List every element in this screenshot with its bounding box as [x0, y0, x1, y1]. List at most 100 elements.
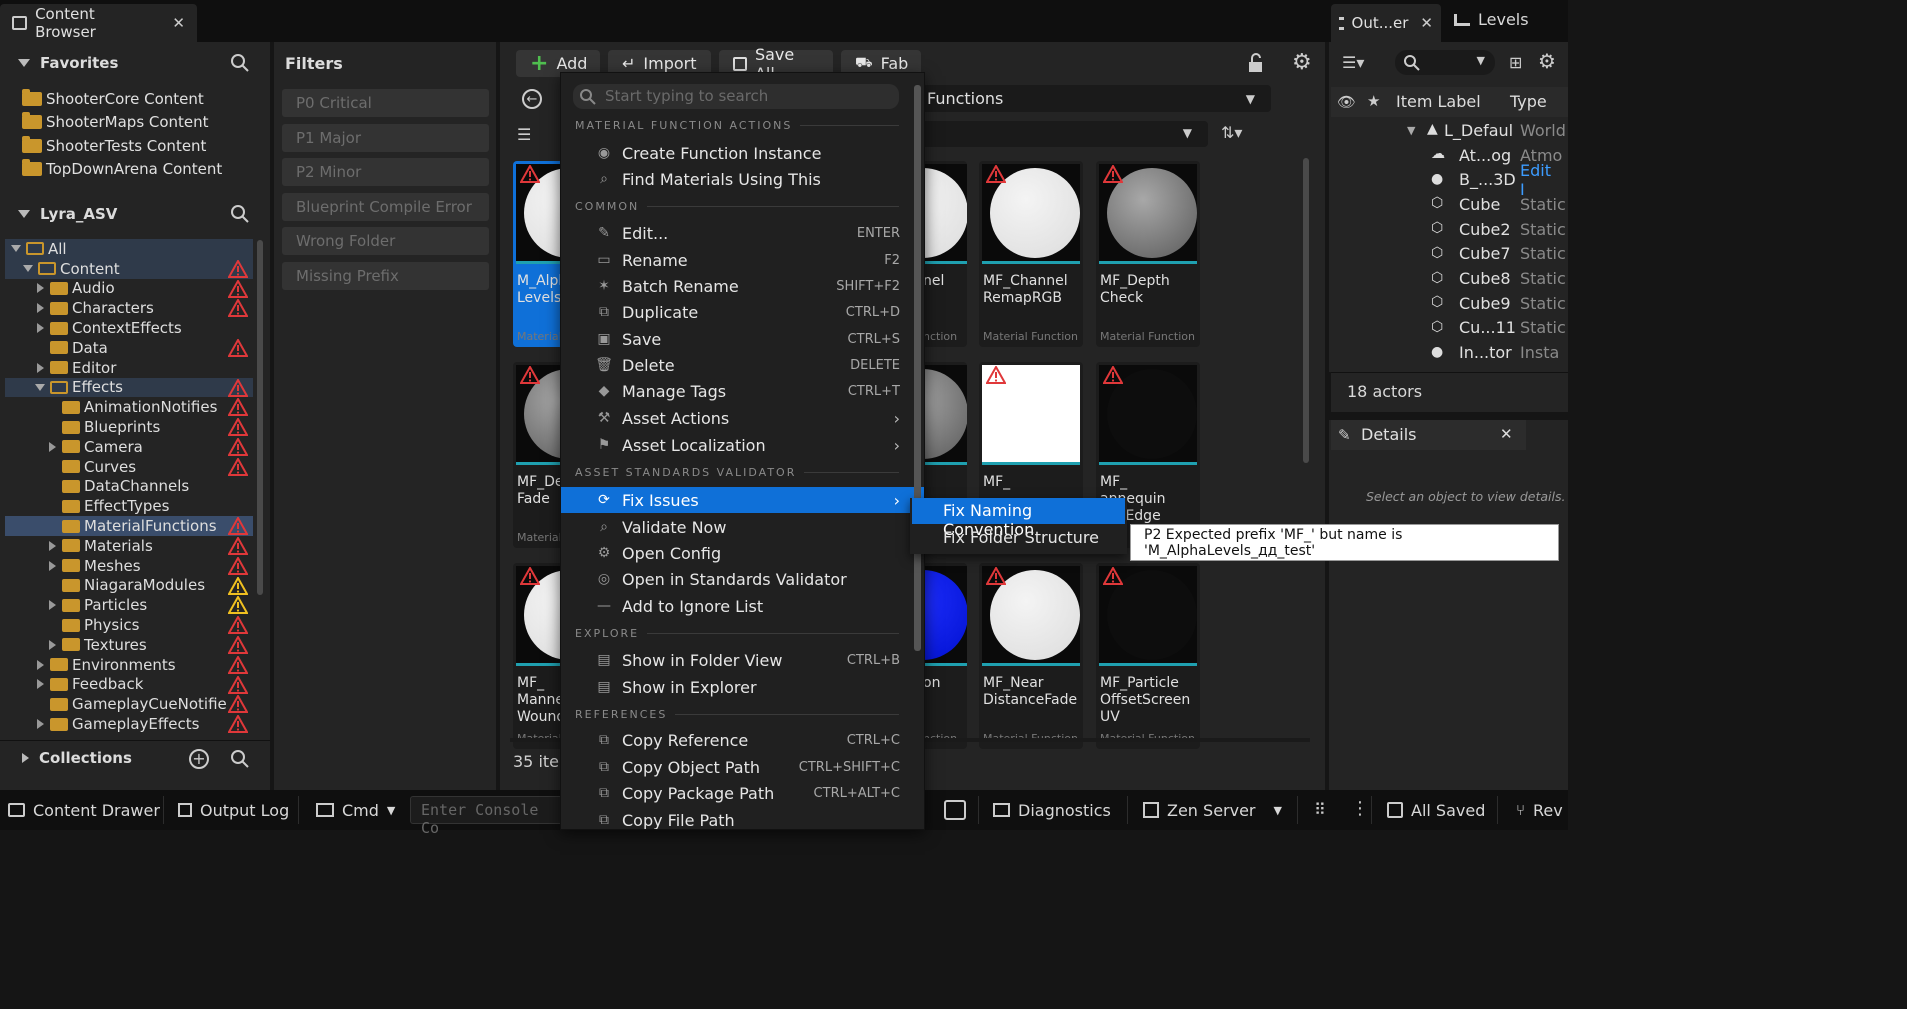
filter-chip[interactable]: P0 Critical — [282, 89, 489, 117]
filter-chip[interactable]: P1 Major — [282, 123, 489, 152]
menu-item-manage-tags[interactable]: ◆ Manage Tags CTRL+T — [561, 378, 924, 404]
chevron-down-icon[interactable]: ▼ — [1407, 124, 1415, 137]
asset-tile[interactable]: MF_Channel RemapRGB Material Function — [979, 161, 1083, 347]
collections-header[interactable]: Collections — [22, 749, 132, 767]
network-icon[interactable]: ⠿ — [1314, 800, 1326, 819]
tree-item[interactable]: GameplayEffects — [5, 714, 253, 734]
tree-item[interactable]: Content — [5, 258, 253, 279]
favorite-item[interactable]: ShooterMaps Content — [22, 111, 222, 135]
favorite-item[interactable]: TopDownArena Content — [22, 158, 222, 182]
settings-gear-icon[interactable]: ⚙ — [1292, 52, 1312, 74]
outliner-row[interactable]: ⬡ Cube2 Static — [1331, 217, 1566, 242]
fix-folder-structure-item[interactable]: Fix Folder Structure — [912, 525, 1125, 551]
menu-item-show-in-folder-view[interactable]: ▤ Show in Folder View CTRL+B — [561, 647, 924, 673]
filter-icon[interactable]: ☰ — [517, 125, 531, 144]
chevron-right-icon[interactable] — [36, 283, 44, 294]
tree-item[interactable]: Audio — [5, 278, 253, 299]
chevron-right-icon[interactable] — [48, 639, 56, 650]
menu-item-copy-reference[interactable]: ⧉ Copy Reference CTRL+C — [561, 727, 924, 753]
tree-item[interactable]: EffectTypes — [5, 496, 253, 516]
history-back-icon[interactable]: ← — [522, 89, 542, 109]
tree-item[interactable]: GameplayCueNotifie — [5, 694, 253, 714]
favorites-header[interactable]: Favorites — [18, 54, 118, 72]
outliner-row[interactable]: ● B_...3D Edit I — [1331, 161, 1560, 199]
more-icon[interactable]: ⋮ — [1351, 798, 1369, 819]
chevron-right-icon[interactable] — [36, 659, 44, 670]
menu-item-copy-file-path[interactable]: ⧉ Copy File Path — [561, 807, 924, 830]
menu-item-open-config[interactable]: ⚙ Open Config — [561, 540, 924, 566]
outliner-row[interactable]: ⬡ Cube Static — [1331, 192, 1566, 217]
chevron-right-icon[interactable] — [48, 560, 56, 571]
chevron-right-icon[interactable] — [36, 679, 44, 690]
asset-tile[interactable]: MF_Particle OffsetScreen UVMaterial Func… — [1096, 563, 1200, 749]
menu-item-copy-object-path[interactable]: ⧉ Copy Object Path CTRL+SHIFT+C — [561, 754, 924, 780]
fix-naming-convention-item[interactable]: Fix Naming Convention — [912, 498, 1125, 539]
path-dropdown[interactable]: Functions ▼ — [915, 85, 1271, 112]
tab-levels[interactable]: Levels — [1454, 10, 1529, 29]
tree-item[interactable]: ContextEffects — [5, 318, 253, 338]
close-icon[interactable]: ✕ — [172, 14, 185, 32]
menu-item-batch-rename[interactable]: ✶ Batch Rename SHIFT+F2 — [561, 273, 924, 299]
outliner-row[interactable]: ⬡ Cu...11 Static — [1331, 316, 1566, 341]
filter-chip[interactable]: P2 Minor — [282, 158, 489, 186]
outliner-row[interactable]: ⬡ Cube7 Static — [1331, 242, 1566, 267]
chevron-right-icon[interactable] — [36, 719, 44, 730]
column-type[interactable]: Type — [1510, 92, 1547, 111]
search-icon[interactable] — [230, 749, 250, 773]
add-collection-icon[interactable]: + — [189, 749, 209, 769]
menu-scrollbar[interactable] — [914, 85, 921, 651]
tree-item[interactable]: Characters — [5, 298, 253, 318]
tree-item[interactable]: Effects — [5, 377, 253, 398]
menu-item-show-in-explorer[interactable]: ▤ Show in Explorer — [561, 674, 924, 700]
tree-item[interactable]: Editor — [5, 358, 253, 378]
menu-item-create-function-instance[interactable]: ◉ Create Function Instance — [561, 140, 924, 166]
asset-scrollbar[interactable] — [1303, 158, 1309, 463]
tree-item[interactable]: Meshes — [5, 555, 253, 576]
chevron-right-icon[interactable] — [22, 753, 29, 763]
menu-item-find-materials-using-this[interactable]: ⌕ Find Materials Using This — [561, 166, 924, 192]
settings-gear-icon[interactable]: ⚙ — [1538, 51, 1556, 71]
tree-item[interactable]: AnimationNotifies — [5, 397, 253, 417]
outliner-row[interactable]: ▼ ▲ L_Defaul World — [1331, 118, 1566, 143]
tree-scrollbar[interactable] — [257, 240, 263, 595]
revision-control-button[interactable]: ⑂ Rev — [1516, 790, 1563, 830]
menu-item-validate-now[interactable]: ⌕ Validate Now — [561, 514, 924, 540]
tree-item[interactable]: Camera — [5, 436, 253, 457]
chevron-right-icon[interactable] — [36, 303, 44, 314]
tree-item[interactable]: Textures — [5, 634, 253, 655]
outliner-search-input[interactable]: ▼ — [1395, 50, 1495, 75]
outliner-row[interactable]: ⬡ Cube8 Static — [1331, 266, 1566, 291]
star-icon[interactable]: ★ — [1367, 92, 1380, 110]
content-drawer-button[interactable]: Content Drawer — [8, 790, 160, 830]
menu-item-duplicate[interactable]: ⧉ Duplicate CTRL+D — [561, 299, 924, 325]
chevron-down-icon[interactable] — [23, 265, 33, 273]
project-header[interactable]: Lyra_ASV — [18, 205, 117, 223]
lock-icon[interactable] — [1246, 53, 1264, 72]
menu-item-rename[interactable]: ▭ Rename F2 — [561, 247, 924, 273]
menu-item-asset-localization[interactable]: ⚑ Asset Localization › — [561, 432, 924, 458]
cmd-dropdown[interactable]: Cmd ▼ — [316, 790, 395, 830]
search-icon[interactable] — [230, 53, 250, 77]
tree-item[interactable]: Physics — [5, 615, 253, 635]
tree-item[interactable]: Feedback — [5, 674, 253, 695]
menu-item-copy-package-path[interactable]: ⧉ Copy Package Path CTRL+ALT+C — [561, 780, 924, 806]
menu-item-add-to-ignore-list[interactable]: — Add to Ignore List — [561, 593, 924, 619]
menu-item-save[interactable]: ▣ Save CTRL+S — [561, 326, 924, 352]
asset-tile[interactable]: MF_Depth Check Material Function — [1096, 161, 1200, 347]
menu-item-edit[interactable]: ✎ Edit... ENTER — [561, 220, 924, 246]
tab-outliner[interactable]: Out...er ✕ — [1331, 4, 1441, 42]
tree-item[interactable]: Environments — [5, 654, 253, 675]
asset-search-box[interactable]: ▼ — [915, 121, 1208, 147]
menu-item-asset-actions[interactable]: ⚒ Asset Actions › — [561, 405, 924, 431]
outliner-row[interactable]: ⬡ Cube9 Static — [1331, 291, 1566, 316]
column-item-label[interactable]: Item Label — [1396, 92, 1481, 111]
asset-tile[interactable]: MF_Near DistanceFadeMaterial Function — [979, 563, 1083, 749]
all-saved-button[interactable]: All Saved — [1387, 790, 1485, 830]
chevron-right-icon[interactable] — [48, 540, 56, 551]
chevron-right-icon[interactable] — [36, 362, 44, 373]
trace-icon[interactable] — [944, 800, 966, 820]
search-icon[interactable] — [230, 204, 250, 228]
tree-item[interactable]: MaterialFunctions — [5, 516, 253, 536]
filter-icon[interactable]: ☰▾ — [1342, 53, 1364, 72]
chevron-right-icon[interactable] — [36, 323, 44, 334]
